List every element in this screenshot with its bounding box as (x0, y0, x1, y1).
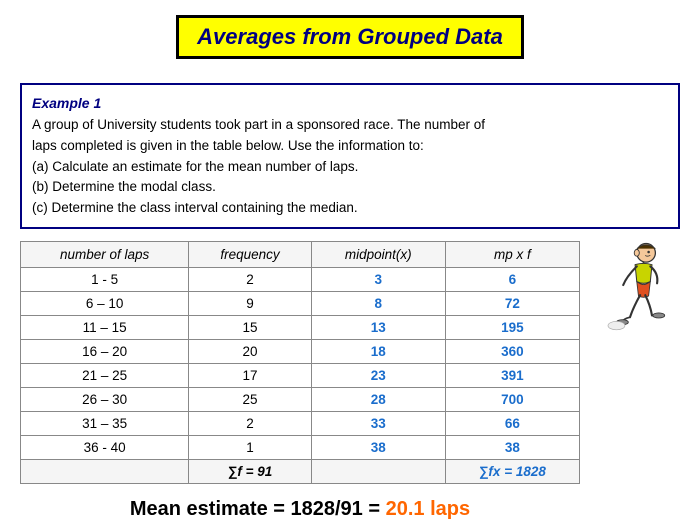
table-row: 36 - 4013838 (21, 436, 580, 460)
table-row: 16 – 202018360 (21, 340, 580, 364)
col-header-laps: number of laps (21, 242, 189, 268)
cell-mid: 23 (311, 364, 445, 388)
cell-mid: 38 (311, 436, 445, 460)
cell-freq: 1 (189, 436, 311, 460)
table-header-row: number of laps frequency midpoint(x) mp … (21, 242, 580, 268)
cell-mpf: 360 (445, 340, 579, 364)
table-row: 11 – 151513195 (21, 316, 580, 340)
cell-freq: 2 (189, 268, 311, 292)
mean-line: Mean estimate = 1828/91 = 20.1 laps (20, 498, 580, 521)
sum-row: ∑f = 91 ∑fx = 1828 (21, 460, 580, 484)
sum-freq: ∑f = 91 (189, 460, 311, 484)
cell-mpf: 72 (445, 292, 579, 316)
cell-laps: 6 – 10 (21, 292, 189, 316)
sum-laps-empty (21, 460, 189, 484)
table-row: 6 – 109872 (21, 292, 580, 316)
cell-mpf: 700 (445, 388, 579, 412)
cell-laps: 1 - 5 (21, 268, 189, 292)
title-box: Averages from Grouped Data (176, 15, 524, 59)
cell-mid: 28 (311, 388, 445, 412)
sum-mpf: ∑fx = 1828 (445, 460, 579, 484)
example-text5: (c) Determine the class interval contain… (32, 198, 668, 219)
cell-mpf: 195 (445, 316, 579, 340)
table-row: 1 - 5236 (21, 268, 580, 292)
table-row: 26 – 302528700 (21, 388, 580, 412)
sum-mid-empty (311, 460, 445, 484)
title-container: Averages from Grouped Data (20, 15, 680, 71)
cell-freq: 20 (189, 340, 311, 364)
cell-mid: 33 (311, 412, 445, 436)
cell-mid: 8 (311, 292, 445, 316)
col-header-midpoint: midpoint(x) (311, 242, 445, 268)
cell-mpf: 66 (445, 412, 579, 436)
col-header-frequency: frequency (189, 242, 311, 268)
cell-laps: 16 – 20 (21, 340, 189, 364)
cell-mid: 13 (311, 316, 445, 340)
runner-icon (593, 241, 678, 351)
col-header-mpf: mp x f (445, 242, 579, 268)
example-text4: (b) Determine the modal class. (32, 177, 668, 198)
table-row: 21 – 251723391 (21, 364, 580, 388)
cell-freq: 17 (189, 364, 311, 388)
example-box: Example 1 A group of University students… (20, 83, 680, 229)
cell-laps: 21 – 25 (21, 364, 189, 388)
cell-mpf: 391 (445, 364, 579, 388)
table-row: 31 – 3523366 (21, 412, 580, 436)
cell-freq: 9 (189, 292, 311, 316)
page-title: Averages from Grouped Data (197, 24, 503, 50)
cell-freq: 15 (189, 316, 311, 340)
example-label: Example 1 (32, 93, 668, 115)
content-area: number of laps frequency midpoint(x) mp … (20, 241, 680, 521)
table-section: number of laps frequency midpoint(x) mp … (20, 241, 580, 521)
example-text1: A group of University students took part… (32, 115, 668, 136)
cell-laps: 11 – 15 (21, 316, 189, 340)
cell-mpf: 6 (445, 268, 579, 292)
page: Averages from Grouped Data Example 1 A g… (0, 0, 700, 525)
cell-mid: 18 (311, 340, 445, 364)
mean-value: 20.1 laps (386, 498, 471, 520)
cell-mid: 3 (311, 268, 445, 292)
data-table: number of laps frequency midpoint(x) mp … (20, 241, 580, 484)
example-text3: (a) Calculate an estimate for the mean n… (32, 157, 668, 178)
mean-prefix: Mean estimate = 1828/91 = (130, 498, 386, 520)
cell-laps: 36 - 40 (21, 436, 189, 460)
cell-laps: 31 – 35 (21, 412, 189, 436)
cell-freq: 2 (189, 412, 311, 436)
cell-laps: 26 – 30 (21, 388, 189, 412)
runner-container (590, 241, 680, 351)
cell-freq: 25 (189, 388, 311, 412)
cell-mpf: 38 (445, 436, 579, 460)
example-text2: laps completed is given in the table bel… (32, 136, 668, 157)
